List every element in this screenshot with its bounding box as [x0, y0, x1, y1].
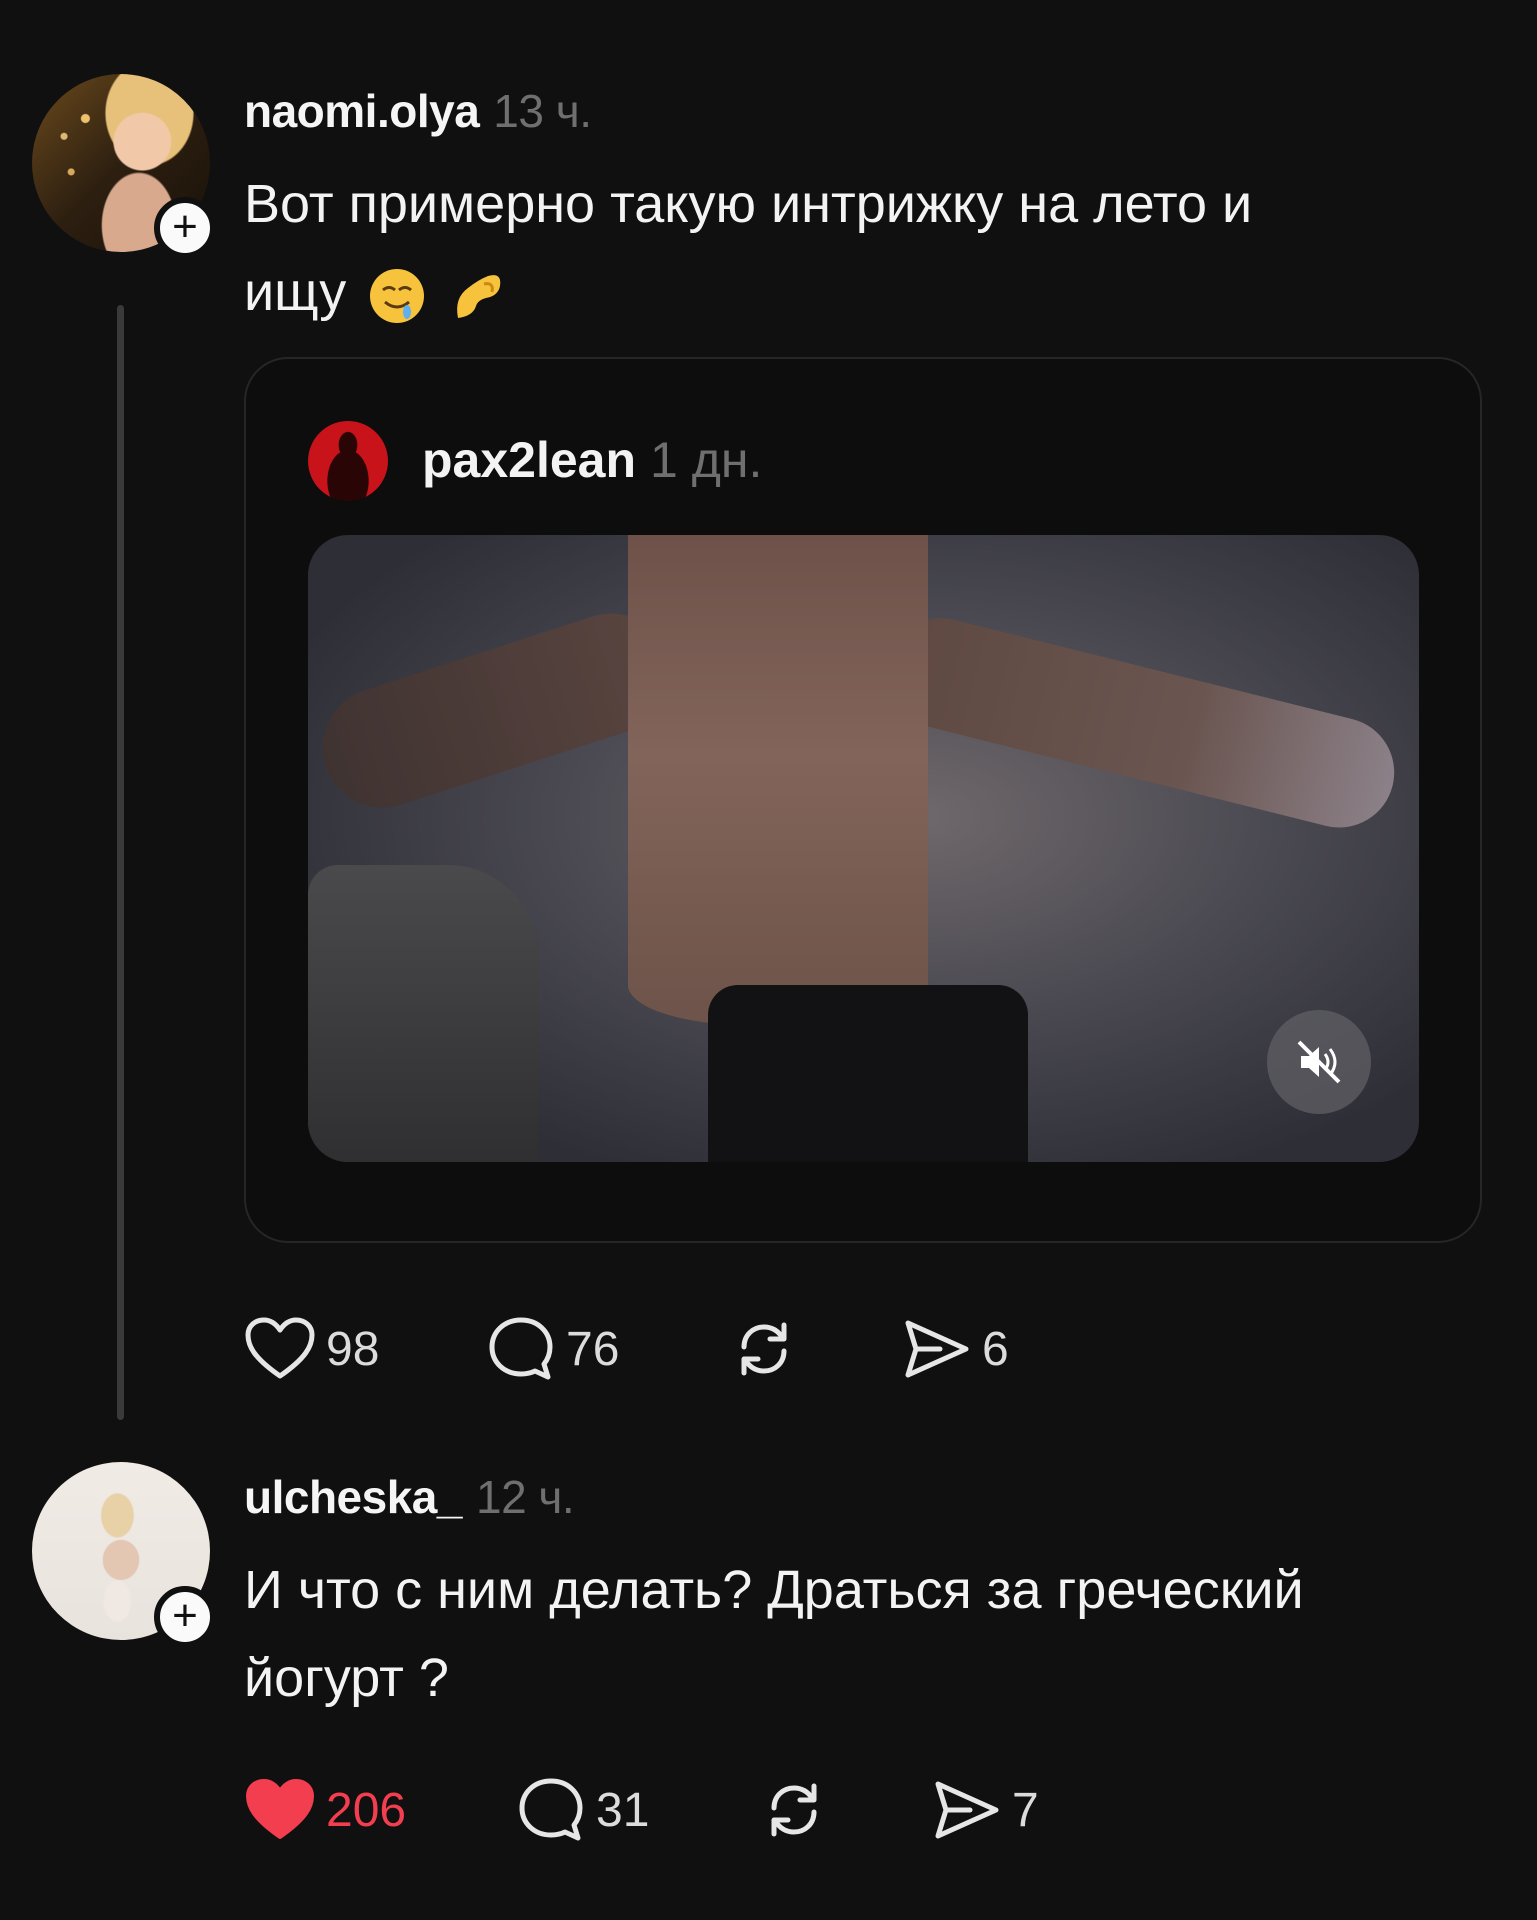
quote-avatar[interactable]: [308, 421, 388, 501]
mute-button[interactable]: [1267, 1010, 1371, 1114]
comment-button[interactable]: 31: [516, 1775, 758, 1845]
quoted-post-card[interactable]: pax2lean 1 дн.: [244, 357, 1482, 1243]
like-button[interactable]: 98: [244, 1316, 486, 1382]
heart-icon: [245, 1317, 315, 1379]
quote-header: pax2lean 1 дн.: [422, 431, 762, 489]
video-pants-shape: [708, 985, 1028, 1162]
username[interactable]: naomi.olya: [244, 85, 480, 137]
follow-plus-icon[interactable]: +: [154, 197, 216, 259]
repost-button[interactable]: [728, 1313, 900, 1385]
thread-connector-line: [117, 305, 124, 1420]
video-chair-shape: [308, 865, 538, 1162]
post-text-line: И что с ним делать? Драться за греческий: [244, 1560, 1304, 1620]
repost-button[interactable]: [758, 1774, 930, 1846]
speaker-muted-icon: [1297, 1040, 1341, 1084]
post-text-line: ищу: [244, 248, 1252, 336]
post-text-line: Вот примерно такую интрижку на лето и: [244, 174, 1253, 234]
like-count: 206: [326, 1783, 407, 1837]
quote-timestamp: 1 дн.: [650, 432, 763, 488]
pinching-hand-emoji-icon: [457, 274, 501, 318]
post-actions: 206 31 7: [244, 1774, 1039, 1846]
username[interactable]: ulcheska_: [244, 1471, 462, 1523]
share-count: 6: [982, 1322, 1009, 1376]
post-text: Вот примерно такую интрижку на лето и ищ…: [244, 160, 1252, 336]
post-header: ulcheska_ 12 ч.: [244, 1470, 575, 1524]
share-count: 7: [1012, 1783, 1039, 1837]
timestamp: 13 ч.: [493, 85, 592, 137]
repost-icon: [771, 1783, 817, 1837]
video-player[interactable]: [308, 535, 1419, 1162]
drooling-face-emoji-icon: [370, 268, 425, 323]
like-button[interactable]: 206: [244, 1777, 516, 1843]
repost-icon: [741, 1322, 787, 1376]
send-icon: [935, 1781, 999, 1839]
timestamp: 12 ч.: [475, 1471, 575, 1523]
post-text: И что с ним делать? Драться за греческий…: [244, 1546, 1304, 1722]
share-button[interactable]: 7: [930, 1774, 1039, 1846]
post-actions: 98 76 6: [244, 1313, 1009, 1385]
post-text-line: йогурт ?: [244, 1648, 449, 1708]
comment-count: 76: [566, 1322, 620, 1376]
comment-button[interactable]: 76: [486, 1314, 728, 1384]
comment-bubble-icon: [519, 1778, 583, 1841]
send-icon: [905, 1320, 969, 1378]
comment-count: 31: [596, 1783, 650, 1837]
comment-bubble-icon: [489, 1317, 553, 1380]
video-torso-shape: [628, 535, 928, 1025]
post-text-segment: ищу: [244, 262, 347, 322]
like-count: 98: [326, 1322, 380, 1376]
video-arm-shape: [874, 606, 1406, 840]
quote-username[interactable]: pax2lean: [422, 432, 636, 488]
post-header: naomi.olya 13 ч.: [244, 84, 592, 138]
heart-icon: [246, 1779, 314, 1839]
share-button[interactable]: 6: [900, 1313, 1009, 1385]
follow-plus-icon[interactable]: +: [154, 1586, 216, 1648]
